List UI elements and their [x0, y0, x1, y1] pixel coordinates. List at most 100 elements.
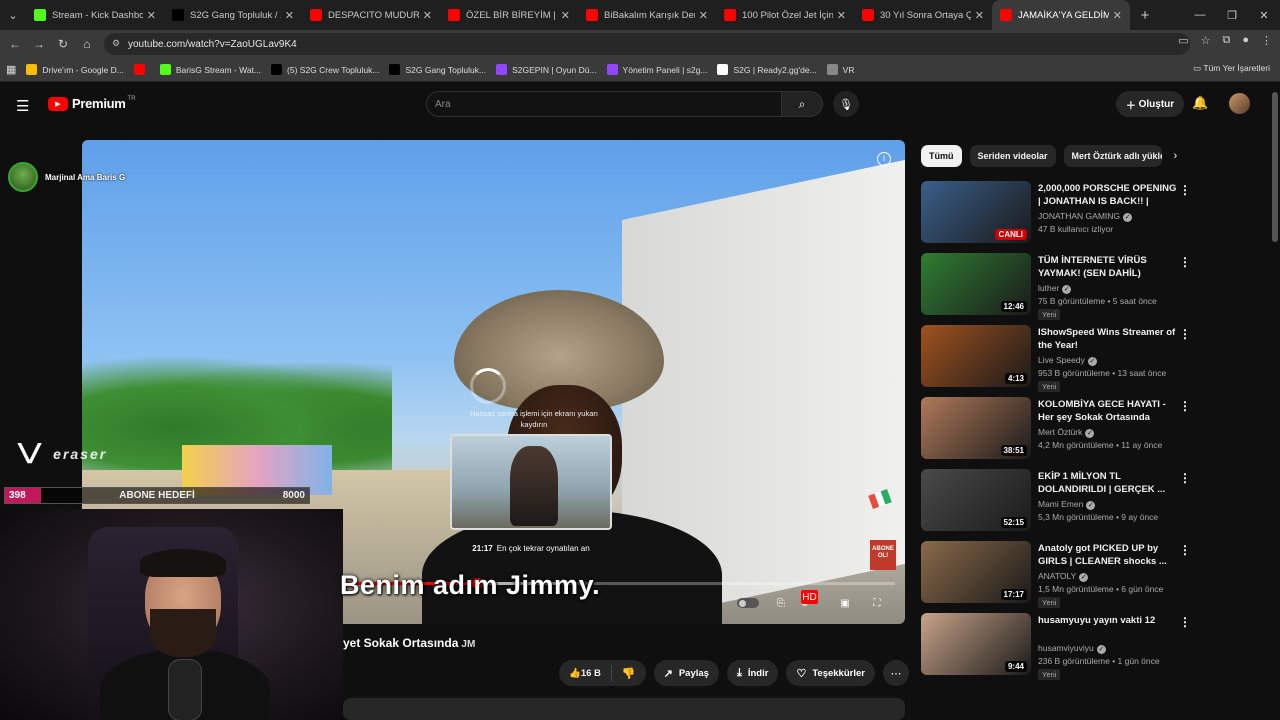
more-options-icon[interactable]: ⋮	[1179, 543, 1191, 557]
recommended-video[interactable]: CANLI 2,000,000 PORSCHE OPENING | JONATHA…	[921, 181, 1196, 249]
minimize-icon[interactable]: —	[1184, 0, 1216, 30]
menu-icon[interactable]: ☰	[16, 97, 29, 115]
video-thumbnail[interactable]: 38:51	[921, 397, 1031, 459]
youtube-premium-logo[interactable]: ▶ Premium TR	[48, 96, 136, 111]
recommended-title[interactable]: Anatoly got PICKED UP by GIRLS | CLEANER…	[1038, 542, 1178, 568]
like-button[interactable]: 👍 16 B	[559, 665, 612, 681]
extensions-icon[interactable]: ⧉	[1222, 34, 1230, 47]
bookmark-star-icon[interactable]: ☆	[1201, 34, 1211, 47]
recommended-channel[interactable]: JONATHAN GAMING ✓	[1038, 211, 1133, 222]
close-tab-icon[interactable]: ✕	[423, 9, 432, 22]
recommended-video[interactable]: 4:13 IShowSpeed Wins Streamer of the Year…	[921, 325, 1196, 393]
home-icon[interactable]: ⌂	[75, 37, 99, 51]
recommended-title[interactable]: KOLOMBİYA GECE HAYATI - Her şey Sokak Or…	[1038, 398, 1178, 425]
video-thumbnail[interactable]: 4:13	[921, 325, 1031, 387]
video-thumbnail[interactable]: 17:17	[921, 541, 1031, 603]
close-tab-icon[interactable]: ✕	[147, 9, 156, 22]
recommended-title[interactable]: husamyuyu yayın vakti 12	[1038, 614, 1178, 627]
recommended-channel[interactable]: husamviyuviyu ✓	[1038, 643, 1106, 654]
more-actions-button[interactable]: ⋯	[882, 660, 909, 686]
video-thumbnail[interactable]: 12:46	[921, 253, 1031, 315]
close-tab-icon[interactable]: ✕	[285, 9, 294, 22]
recommended-video[interactable]: 17:17 Anatoly got PICKED UP by GIRLS | CL…	[921, 541, 1196, 609]
miniplayer-icon[interactable]: ▣	[835, 596, 855, 610]
info-icon[interactable]: i	[877, 152, 891, 166]
avatar[interactable]	[1229, 93, 1250, 114]
more-options-icon[interactable]: ⋮	[1179, 183, 1191, 197]
more-options-icon[interactable]: ⋮	[1179, 327, 1191, 341]
bookmark-item[interactable]: Drive'ım - Google D...	[26, 64, 124, 75]
recommended-title[interactable]: IShowSpeed Wins Streamer of the Year!	[1038, 326, 1178, 352]
bookmark-item[interactable]: (5) S2G Crew Topluluk...	[271, 64, 379, 75]
cast-icon[interactable]: ▭	[1178, 34, 1188, 47]
bookmark-item[interactable]: Yönetim Paneli | s2g...	[606, 64, 707, 75]
browser-tab[interactable]: JAMAİKA'YA GELDİM - Yo ✕	[992, 0, 1130, 30]
new-tab-button[interactable]: +	[1130, 7, 1160, 24]
more-options-icon[interactable]: ⋮	[1179, 615, 1191, 629]
recommended-video[interactable]: 52:15 EKİP 1 MİLYON TL DOLANDIRILDI | GER…	[921, 469, 1196, 537]
apps-grid-icon[interactable]: ▦	[6, 63, 16, 76]
all-bookmarks-link[interactable]: ▭ Tüm Yer İşaretleri	[1193, 63, 1270, 74]
profile-icon[interactable]: ●	[1242, 34, 1249, 47]
microphone-icon[interactable]: 🎙	[833, 91, 859, 117]
recommended-channel[interactable]: Mert Öztürk ✓	[1038, 427, 1095, 438]
bookmark-item[interactable]: VR	[826, 64, 854, 75]
autoplay-toggle[interactable]	[737, 598, 759, 608]
recommended-channel[interactable]: luther ✓	[1038, 283, 1072, 294]
download-button[interactable]: ⤓ İndir	[726, 660, 779, 686]
recommended-channel[interactable]: Mami Emen ✓	[1038, 499, 1096, 510]
more-options-icon[interactable]: ⋮	[1179, 471, 1191, 485]
create-button[interactable]: ＋ Oluştur	[1116, 91, 1184, 117]
recommended-video[interactable]: 12:46 TÜM İNTERNETE VİRÜS YAYMAK! (SEN DA…	[921, 253, 1196, 321]
search-input[interactable]: Ara	[426, 91, 782, 117]
recommended-title[interactable]: EKİP 1 MİLYON TL DOLANDIRILDI | GERÇEK .…	[1038, 470, 1178, 496]
video-thumbnail[interactable]: CANLI	[921, 181, 1031, 243]
close-tab-icon[interactable]: ✕	[699, 9, 708, 22]
close-window-icon[interactable]: ✕	[1248, 0, 1280, 30]
more-options-icon[interactable]: ⋮	[1179, 399, 1191, 413]
recommended-video[interactable]: 9:44 husamyuyu yayın vakti 12 husamviyuviy…	[921, 613, 1196, 681]
browser-tab[interactable]: DESPACITO MUDUR PEK ✕	[302, 0, 440, 30]
recommended-title[interactable]: TÜM İNTERNETE VİRÜS YAYMAK! (SEN DAHİL)	[1038, 254, 1178, 280]
bookmark-item[interactable]: S2GEPIN | Oyun Dü...	[496, 64, 597, 75]
browser-tab[interactable]: 100 Pilot Özel Jet İçin Mü ✕	[716, 0, 854, 30]
bookmark-item[interactable]: BarisG Stream - Wat...	[159, 64, 261, 75]
fullscreen-icon[interactable]: ⛶	[867, 596, 887, 610]
dislike-button[interactable]: 👎	[612, 667, 646, 680]
url-field[interactable]: ⚙ youtube.com/watch?v=ZaoUGLav9K4	[104, 33, 1190, 55]
forward-icon[interactable]: →	[27, 37, 51, 51]
recommended-video[interactable]: 38:51 KOLOMBİYA GECE HAYATI - Her şey Sok…	[921, 397, 1196, 465]
browser-tab[interactable]: 30 Yıl Sonra Ortaya Çıkan ✕	[854, 0, 992, 30]
close-tab-icon[interactable]: ✕	[975, 9, 984, 22]
close-tab-icon[interactable]: ✕	[837, 9, 846, 22]
bookmark-item[interactable]: S2G Gang Topluluk...	[389, 64, 486, 75]
video-thumbnail[interactable]: 9:44	[921, 613, 1031, 675]
site-info-icon[interactable]: ⚙	[112, 38, 120, 49]
close-tab-icon[interactable]: ✕	[1113, 9, 1122, 22]
browser-tab[interactable]: BiBakalım Karışık Derleme ✕	[578, 0, 716, 30]
chips-next-icon[interactable]: ›	[1174, 150, 1178, 162]
back-icon[interactable]: ←	[3, 37, 27, 51]
close-tab-icon[interactable]: ✕	[561, 9, 570, 22]
reload-icon[interactable]: ↻	[51, 37, 75, 51]
recommended-title[interactable]: 2,000,000 PORSCHE OPENING | JONATHAN IS …	[1038, 182, 1178, 209]
browser-menu-icon[interactable]: ⋮	[1261, 34, 1272, 47]
browser-tab[interactable]: Stream - Kick Dashboard ✕	[26, 0, 164, 30]
subtitles-icon[interactable]: ⎘	[771, 596, 791, 610]
restore-icon[interactable]: ❐	[1216, 0, 1248, 30]
description-box[interactable]	[343, 698, 905, 720]
chip-series[interactable]: Seriden videolar	[969, 145, 1056, 167]
chip-all[interactable]: Tümü	[921, 145, 962, 167]
more-options-icon[interactable]: ⋮	[1179, 255, 1191, 269]
page-scrollbar[interactable]	[1272, 92, 1278, 242]
chip-channel[interactable]: Mert Öztürk adlı yükle	[1063, 145, 1162, 167]
recommended-channel[interactable]: Live Speedy ✓	[1038, 355, 1097, 366]
bookmark-item[interactable]	[133, 64, 150, 75]
browser-tab[interactable]: ÖZEL BİR BİREYİM | Mada ✕	[440, 0, 578, 30]
recommended-channel[interactable]: ANATOLY ✓	[1038, 571, 1089, 582]
share-button[interactable]: ↗ Paylaş	[653, 660, 719, 686]
thanks-button[interactable]: ♡ Teşekkürler	[786, 660, 875, 686]
search-icon[interactable]: ⌕	[781, 91, 823, 117]
notifications-bell-icon[interactable]: 🔔	[1192, 95, 1208, 111]
video-thumbnail[interactable]: 52:15	[921, 469, 1031, 531]
